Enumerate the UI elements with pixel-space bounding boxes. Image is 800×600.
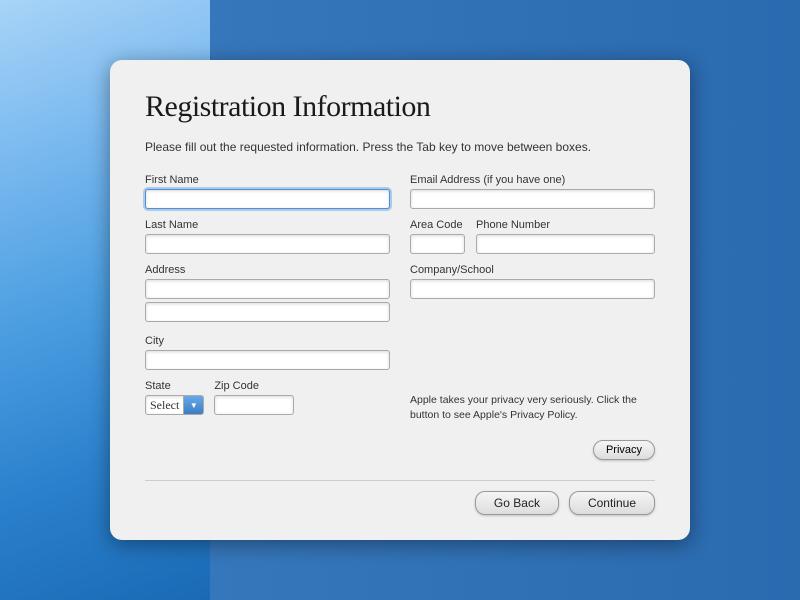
city-label: City bbox=[145, 335, 390, 347]
address-label: Address bbox=[145, 264, 390, 276]
continue-button[interactable]: Continue bbox=[569, 491, 655, 515]
company-school-group: Company/School bbox=[410, 264, 655, 299]
state-select-text: Select bbox=[146, 398, 183, 413]
page-title: Registration Information bbox=[145, 90, 655, 124]
state-zip-row: State Select Zip Code bbox=[145, 380, 390, 425]
bottom-buttons: Go Back Continue bbox=[145, 480, 655, 515]
go-back-button[interactable]: Go Back bbox=[475, 491, 559, 515]
email-group: Email Address (if you have one) bbox=[410, 174, 655, 209]
address-line2-input[interactable] bbox=[145, 302, 390, 322]
phone-number-group: Phone Number bbox=[476, 219, 655, 254]
privacy-button[interactable]: Privacy bbox=[593, 440, 655, 460]
first-name-input[interactable] bbox=[145, 189, 390, 209]
privacy-text: Apple takes your privacy very seriously.… bbox=[410, 393, 655, 425]
phone-number-label: Phone Number bbox=[476, 219, 655, 231]
form-area: First Name Last Name Address City bbox=[145, 174, 655, 460]
email-label: Email Address (if you have one) bbox=[410, 174, 655, 186]
zip-input[interactable] bbox=[214, 395, 294, 415]
state-select-wrapper[interactable]: Select bbox=[145, 395, 204, 415]
zip-label: Zip Code bbox=[214, 380, 294, 392]
state-dropdown-button[interactable] bbox=[183, 395, 203, 415]
form-left-column: First Name Last Name Address City bbox=[145, 174, 390, 460]
city-input[interactable] bbox=[145, 350, 390, 370]
page-subtitle: Please fill out the requested informatio… bbox=[145, 138, 655, 156]
first-name-group: First Name bbox=[145, 174, 390, 209]
phone-row: Area Code Phone Number bbox=[410, 219, 655, 264]
area-code-label: Area Code bbox=[410, 219, 470, 231]
state-label: State bbox=[145, 380, 204, 392]
company-school-label: Company/School bbox=[410, 264, 655, 276]
main-window: Registration Information Please fill out… bbox=[0, 0, 800, 600]
zip-group: Zip Code bbox=[214, 380, 294, 415]
last-name-label: Last Name bbox=[145, 219, 390, 231]
area-code-group: Area Code bbox=[410, 219, 470, 254]
phone-number-input[interactable] bbox=[476, 234, 655, 254]
registration-card: Registration Information Please fill out… bbox=[110, 60, 690, 540]
first-name-label: First Name bbox=[145, 174, 390, 186]
last-name-group: Last Name bbox=[145, 219, 390, 254]
state-group: State Select bbox=[145, 380, 204, 415]
address-line1-input[interactable] bbox=[145, 279, 390, 299]
company-school-input[interactable] bbox=[410, 279, 655, 299]
address-group: Address bbox=[145, 264, 390, 325]
form-right-column: Email Address (if you have one) Area Cod… bbox=[410, 174, 655, 460]
city-group: City bbox=[145, 335, 390, 370]
email-input[interactable] bbox=[410, 189, 655, 209]
area-code-input[interactable] bbox=[410, 234, 465, 254]
last-name-input[interactable] bbox=[145, 234, 390, 254]
